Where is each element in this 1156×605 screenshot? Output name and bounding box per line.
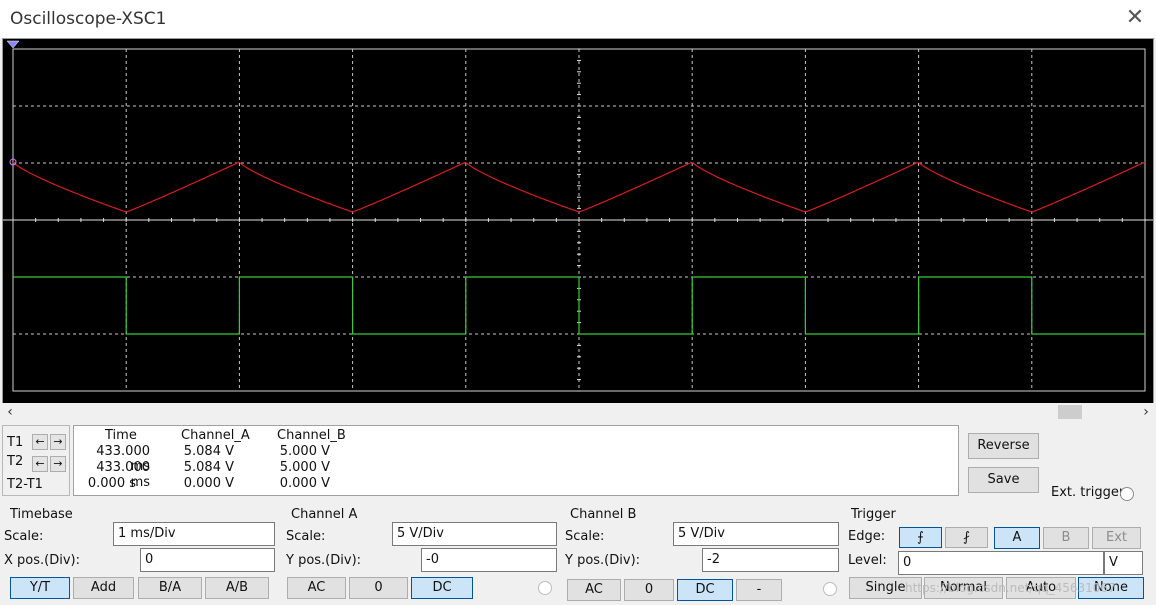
window-title: Oscilloscope-XSC1 <box>10 9 167 29</box>
measurement-readout: Time Channel_A Channel_B 433.000 ms 5.08… <box>73 425 959 496</box>
t2-channel-b: 5.000 V <box>279 460 330 475</box>
channel-a-group-label: Channel A <box>291 507 358 522</box>
channel-a-dc-button[interactable]: DC <box>411 577 473 599</box>
channel-a-scale-label: Scale: <box>286 529 326 544</box>
scope-display <box>3 40 1153 392</box>
t2-channel-a: 5.084 V <box>183 460 234 475</box>
t2-label: T2 <box>7 454 24 469</box>
trigger-group-label: Trigger <box>851 507 896 522</box>
scroll-left-icon[interactable]: ‹ <box>2 403 18 421</box>
trigger-level-label: Level: <box>848 553 887 568</box>
channel-b-zero-button[interactable]: 0 <box>624 579 674 601</box>
cursor-controls: T1 ← → T2 ← → T2-T1 <box>2 425 70 496</box>
delta-time: 0.000 s <box>87 476 136 491</box>
trigger-level-field[interactable]: 0 <box>898 551 1104 575</box>
yt-mode-button[interactable]: Y/T <box>10 577 70 599</box>
channel-b-ypos-label: Y pos.(Div): <box>565 553 641 568</box>
channel-b-scale-label: Scale: <box>565 529 605 544</box>
add-mode-button[interactable]: Add <box>73 577 134 599</box>
ab-mode-button[interactable]: A/B <box>205 577 269 599</box>
trigger-edge-label: Edge: <box>848 529 886 544</box>
channel-b-group-label: Channel B <box>570 507 637 522</box>
channel-b-ac-button[interactable]: AC <box>567 579 621 601</box>
channel-b-ypos-field[interactable]: -2 <box>702 548 839 572</box>
t1-right-button[interactable]: → <box>50 434 66 450</box>
t2-right-button[interactable]: → <box>50 456 66 472</box>
title-bar: Oscilloscope-XSC1 ✕ <box>0 0 1156 38</box>
watermark: https://blog.csdn.net/qq_45631067 <box>905 581 1116 595</box>
scroll-thumb[interactable] <box>1058 405 1082 419</box>
channel-b-terminal[interactable] <box>823 582 837 596</box>
channel-a-zero-button[interactable]: 0 <box>349 577 408 599</box>
timebase-group-label: Timebase <box>10 507 73 522</box>
channel-b-scale-field[interactable]: 5 V/Div <box>673 522 839 546</box>
channel-a-ypos-field[interactable]: -0 <box>421 548 557 572</box>
falling-edge-icon[interactable]: ⨏ <box>945 527 988 548</box>
scroll-right-icon[interactable]: › <box>1138 403 1154 421</box>
channel-a-terminal[interactable] <box>538 581 552 595</box>
header-channel-b: Channel_B <box>277 428 346 443</box>
t1-left-button[interactable]: ← <box>32 434 48 450</box>
horizontal-scrollbar[interactable]: ‹ › <box>0 403 1156 421</box>
ba-mode-button[interactable]: B/A <box>138 577 202 599</box>
rising-edge-icon[interactable]: ⨍ <box>899 527 942 548</box>
timebase-xpos-label: X pos.(Div): <box>4 553 80 568</box>
delta-channel-b: 0.000 V <box>279 476 330 491</box>
timebase-xpos-field[interactable]: 0 <box>140 548 275 572</box>
header-channel-a: Channel_A <box>181 428 250 443</box>
channel-b-dc-button[interactable]: DC <box>677 579 733 601</box>
channel-a-ypos-label: Y pos.(Div): <box>286 553 362 568</box>
delta-channel-a: 0.000 V <box>183 476 234 491</box>
save-button[interactable]: Save <box>968 467 1039 493</box>
trigger-marker-icon[interactable] <box>6 40 20 49</box>
trigger-source-ext-button[interactable]: Ext <box>1092 527 1141 549</box>
t2-t1-label: T2-T1 <box>7 477 43 492</box>
trigger-source-b-button[interactable]: B <box>1043 527 1089 549</box>
t1-label: T1 <box>7 435 24 450</box>
ext-trigger-terminal[interactable] <box>1120 487 1134 501</box>
channel-a-ac-button[interactable]: AC <box>287 577 346 599</box>
close-icon[interactable]: ✕ <box>1124 6 1146 30</box>
channel-b-negative-button[interactable]: - <box>736 579 782 601</box>
reverse-button[interactable]: Reverse <box>968 433 1039 459</box>
t1-channel-b: 5.000 V <box>279 444 330 459</box>
t2-left-button[interactable]: ← <box>32 456 48 472</box>
timebase-scale-field[interactable]: 1 ms/Div <box>113 522 275 546</box>
channel-b-trace <box>13 276 1145 335</box>
ext-trigger-label: Ext. trigger <box>1051 485 1125 500</box>
timebase-scale-label: Scale: <box>4 529 44 544</box>
trigger-source-a-button[interactable]: A <box>994 527 1040 549</box>
t1-channel-a: 5.084 V <box>183 444 234 459</box>
trigger-level-unit[interactable]: V <box>1104 551 1143 575</box>
header-time: Time <box>105 428 137 443</box>
oscilloscope-screen <box>2 38 1154 404</box>
channel-a-scale-field[interactable]: 5 V/Div <box>392 522 557 546</box>
